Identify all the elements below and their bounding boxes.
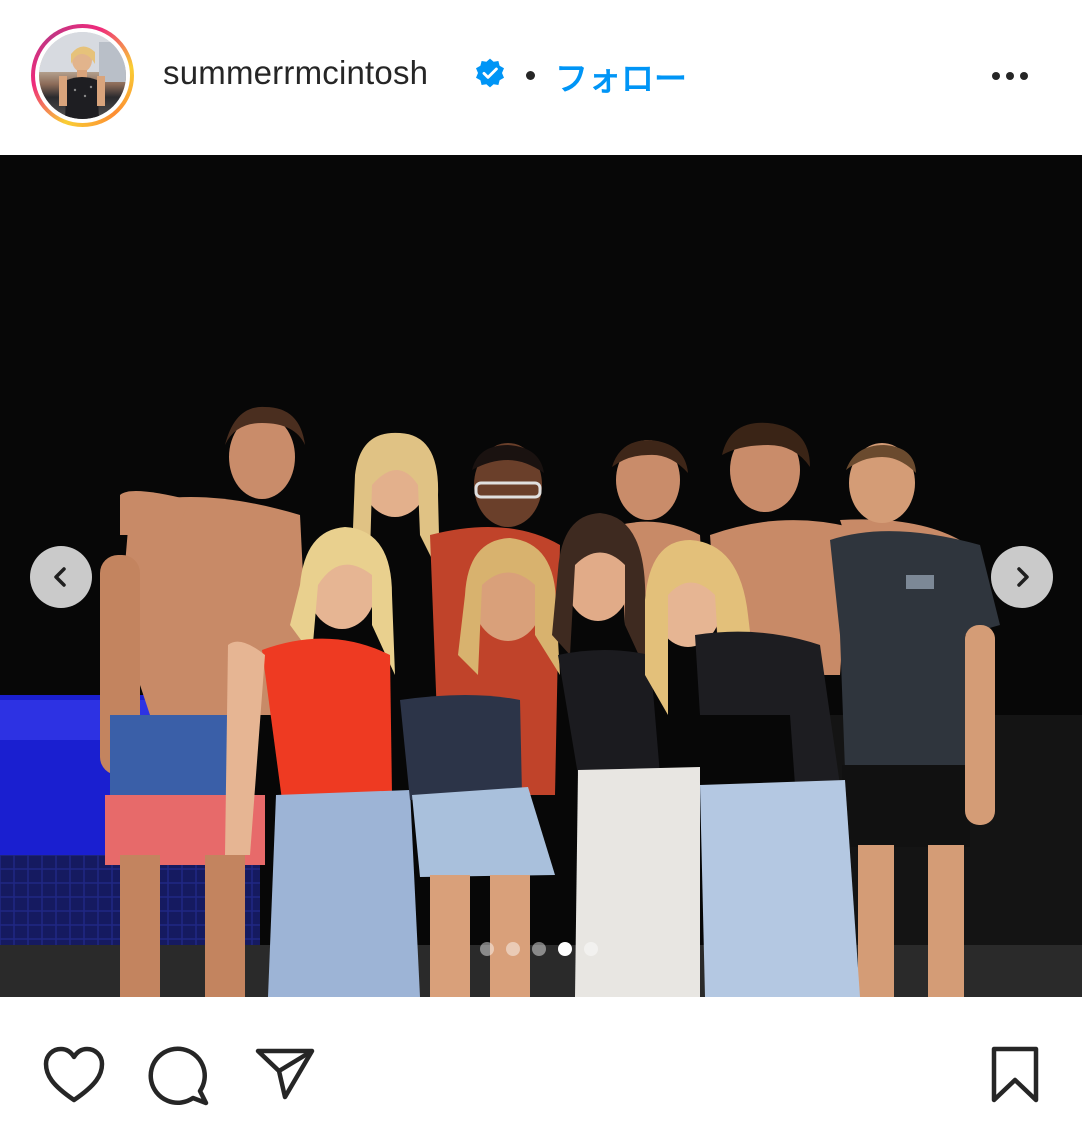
more-dot	[1006, 72, 1014, 80]
post-header: summerrmcintosh フォロー	[0, 0, 1082, 155]
more-dot	[1020, 72, 1028, 80]
carousel-dot	[532, 942, 546, 956]
paper-plane-icon	[255, 1048, 315, 1100]
chevron-left-icon	[54, 567, 66, 587]
avatar[interactable]	[31, 24, 134, 127]
follow-button[interactable]: フォロー	[555, 52, 687, 100]
carousel-indicator	[480, 942, 598, 956]
comment-bubble-icon	[148, 1046, 209, 1106]
username[interactable]: summerrmcintosh	[163, 54, 428, 92]
share-button[interactable]	[254, 1045, 316, 1106]
chevron-right-icon	[1017, 567, 1029, 587]
post-photo	[0, 155, 1082, 997]
carousel-dot	[584, 942, 598, 956]
verified-badge-icon	[476, 58, 504, 88]
save-button[interactable]	[988, 1045, 1042, 1110]
carousel-next-button[interactable]	[991, 546, 1053, 608]
comment-button[interactable]	[148, 1045, 210, 1112]
avatar-ring-gap	[35, 28, 130, 123]
avatar-photo	[39, 32, 126, 119]
more-options-icon[interactable]	[980, 58, 1040, 94]
carousel-dot	[506, 942, 520, 956]
carousel-dot	[480, 942, 494, 956]
heart-icon	[43, 1046, 105, 1103]
carousel-prev-button[interactable]	[30, 546, 92, 608]
like-button[interactable]	[42, 1045, 106, 1110]
more-dot	[992, 72, 1000, 80]
carousel-dot	[558, 942, 572, 956]
post-media[interactable]	[0, 155, 1082, 997]
separator-dot	[526, 71, 535, 80]
bookmark-icon	[991, 1046, 1039, 1103]
